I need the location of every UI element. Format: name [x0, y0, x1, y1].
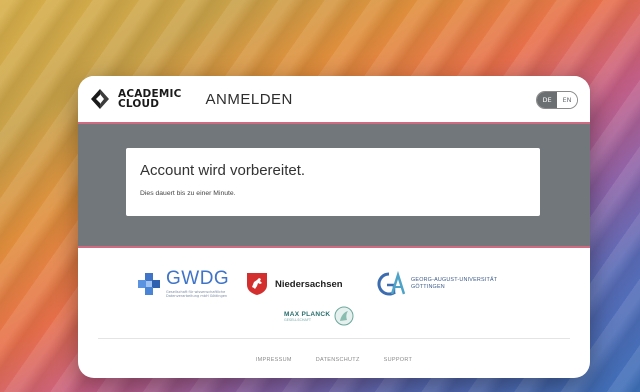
status-band: Account wird vorbereitet. Dies dauert bi… [78, 124, 590, 248]
niedersachsen-horse-shield-icon [247, 273, 267, 295]
goettingen-line-1: GEORG-AUGUST-UNIVERSITÄT [411, 277, 498, 283]
gwdg-name: GWDG [166, 268, 230, 289]
niedersachsen-name: Niedersachsen [275, 278, 343, 290]
status-subtitle: Dies dauert bis zu einer Minute. [140, 190, 236, 197]
footer-links: IMPRESSUM DATENSCHUTZ SUPPORT [78, 357, 590, 363]
partner-logos: GWDG Gesellschaft für wissenschaftliche … [78, 248, 590, 352]
max-planck-tagline: GESELLSCHAFT [284, 317, 312, 322]
gwdg-icon [138, 273, 160, 295]
footer-link-impressum[interactable]: IMPRESSUM [256, 357, 292, 363]
footer-link-datenschutz[interactable]: DATENSCHUTZ [316, 357, 360, 363]
lang-option-de[interactable]: DE [537, 92, 557, 108]
goettingen-ga-icon [377, 271, 405, 296]
page-title: ANMELDEN [205, 90, 293, 108]
footer-divider [98, 338, 570, 339]
goettingen-university-logo[interactable]: GEORG-AUGUST-UNIVERSITÄT GÖTTINGEN [375, 271, 497, 297]
goettingen-line-2: GÖTTINGEN [411, 284, 445, 290]
status-title: Account wird vorbereitet. [140, 162, 306, 179]
language-toggle[interactable]: DE EN [536, 91, 578, 109]
academic-cloud-logo[interactable]: ACADEMIC CLOUD [88, 87, 182, 111]
card-header: ACADEMIC CLOUD ANMELDEN DE EN [78, 76, 590, 124]
minerva-emblem-icon [334, 306, 354, 326]
lang-option-en[interactable]: EN [557, 92, 577, 108]
niedersachsen-logo[interactable]: Niedersachsen [246, 272, 343, 296]
status-message-box: Account wird vorbereitet. Dies dauert bi… [126, 148, 540, 216]
brand-line-2: CLOUD [118, 98, 160, 110]
max-planck-name: MAX PLANCK [284, 310, 331, 318]
login-card: ACADEMIC CLOUD ANMELDEN DE EN Account wi… [78, 76, 590, 378]
gwdg-logo[interactable]: GWDG Gesellschaft für wissenschaftliche … [136, 268, 238, 298]
max-planck-logo[interactable]: MAX PLANCK GESELLSCHAFT [284, 306, 354, 326]
academic-cloud-icon [91, 89, 109, 109]
gwdg-tagline: Gesellschaft für wissenschaftliche Daten… [166, 290, 228, 298]
footer-link-support[interactable]: SUPPORT [384, 357, 413, 363]
